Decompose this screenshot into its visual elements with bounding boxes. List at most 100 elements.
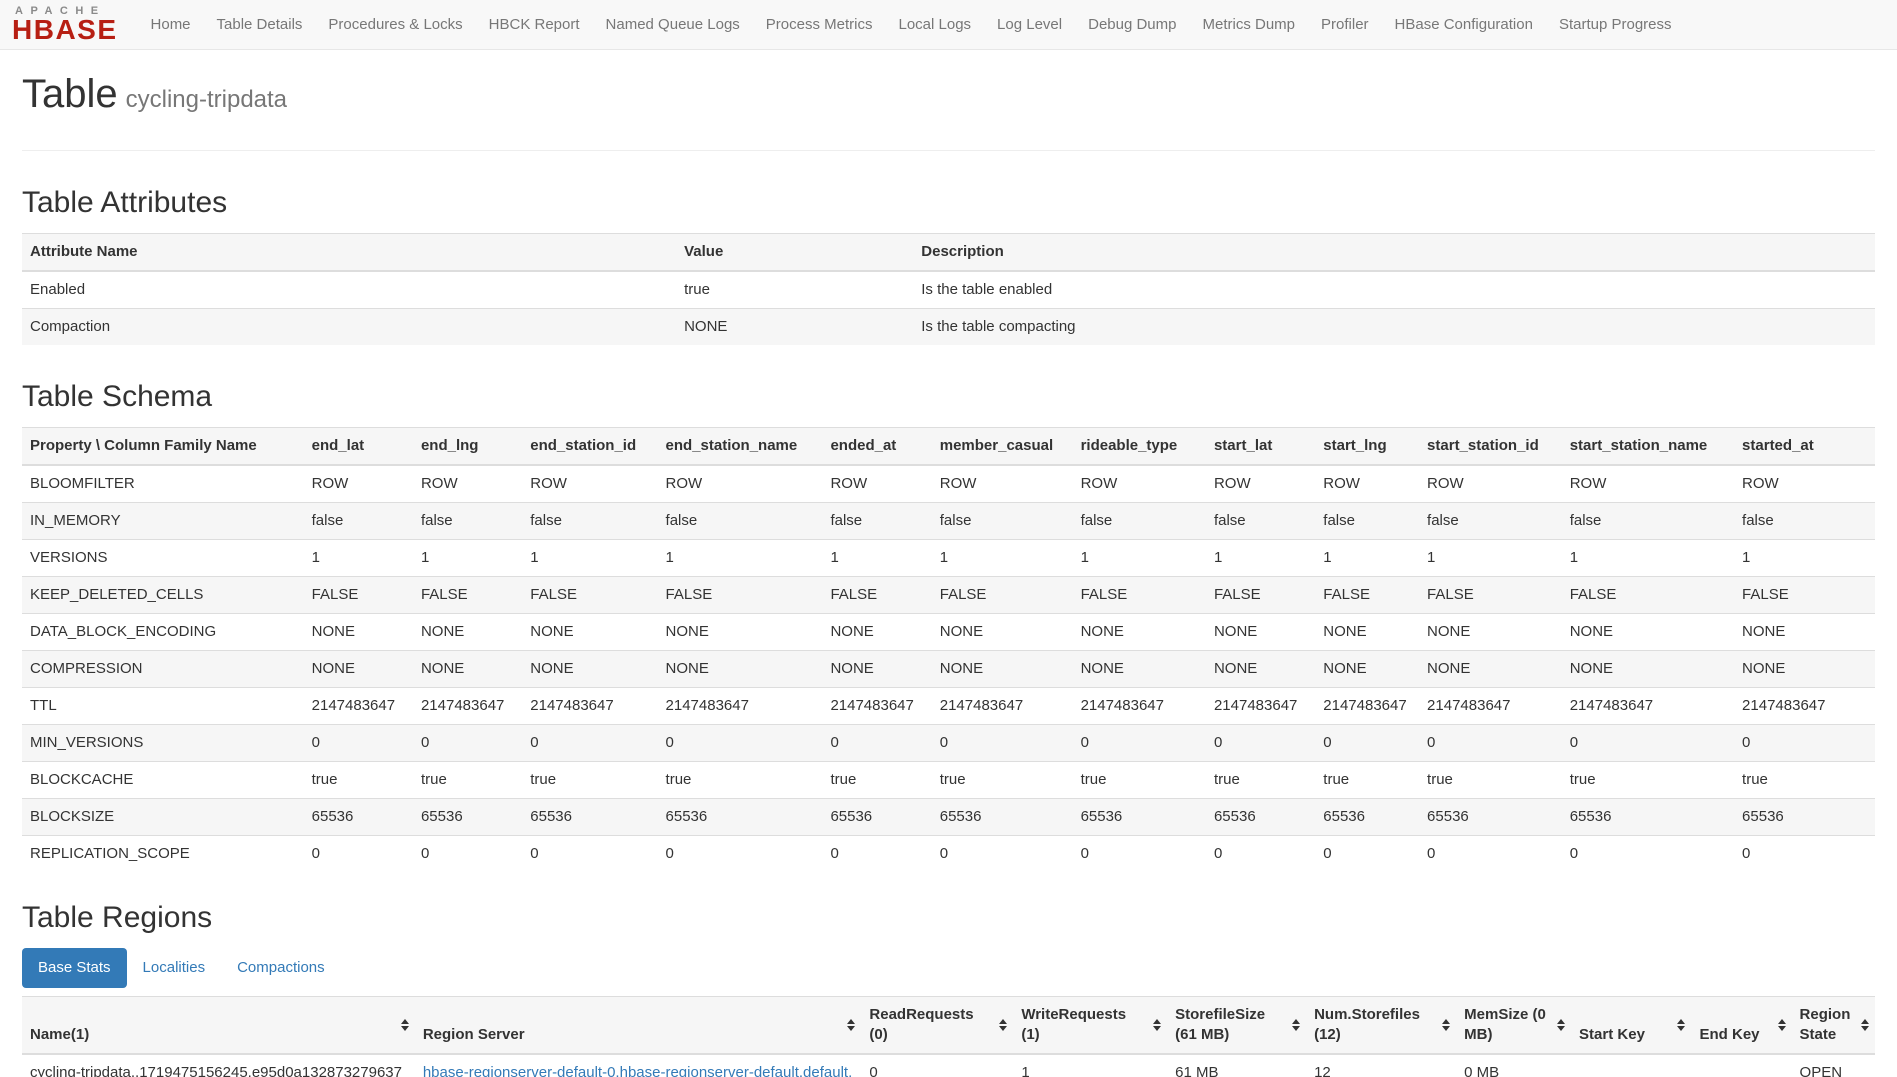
schema-ttl-end-lat: 2147483647 [304,688,413,725]
sort-down-arrow-icon [847,1026,855,1031]
region-cell-num-storefiles: 12 [1306,1054,1456,1077]
schema-col-start-lng: start_lng [1315,428,1419,466]
schema-versions-member-casual: 1 [932,540,1073,577]
sort-icon[interactable] [1153,1019,1161,1031]
nav-item-metrics-dump[interactable]: Metrics Dump [1190,1,1309,48]
regions-col-readrequests-0[interactable]: ReadRequests (0) [861,997,1013,1055]
regions-col-end-key[interactable]: End Key [1691,997,1791,1055]
schema-bloomfilter-ended-at: ROW [822,465,931,503]
regions-col-label: ReadRequests (0) [869,1006,973,1043]
regions-header-row: Name(1)Region ServerReadRequests (0) Writ… [22,997,1875,1055]
schema-compression-end-lng: NONE [413,651,522,688]
schema-ttl-end-lng: 2147483647 [413,688,522,725]
sort-down-arrow-icon [1778,1026,1786,1031]
schema-versions-ended-at: 1 [822,540,931,577]
sort-icon[interactable] [999,1019,1007,1031]
schema-data-block-encoding-ended-at: NONE [822,614,931,651]
schema-property-blockcache: BLOCKCACHE [22,762,304,799]
schema-heading: Table Schema [22,379,1875,415]
regions-col-region-server[interactable]: Region Server [415,997,862,1055]
schema-blocksize-end-lng: 65536 [413,799,522,836]
schema-row-bloomfilter: BLOOMFILTERROWROWROWROWROWROWROWROWROWRO… [22,465,1875,503]
schema-replication-scope-ended-at: 0 [822,836,931,873]
region-server-link[interactable]: hbase-regionserver-default-0.hbase-regio… [423,1064,852,1077]
nav-item-log-level[interactable]: Log Level [984,1,1075,48]
schema-in-memory-end-lng: false [413,503,522,540]
sort-icon[interactable] [1292,1019,1300,1031]
schema-property-blocksize: BLOCKSIZE [22,799,304,836]
regions-col-name-1[interactable]: Name(1) [22,997,415,1055]
sort-icon[interactable] [1861,1019,1869,1031]
schema-min-versions-ended-at: 0 [822,725,931,762]
nav-item-hbck-report[interactable]: HBCK Report [476,1,593,48]
nav-item-debug-dump[interactable]: Debug Dump [1075,1,1189,48]
schema-bloomfilter-started-at: ROW [1734,465,1875,503]
regions-col-memsize-0-mb[interactable]: MemSize (0 MB) [1456,997,1571,1055]
schema-min-versions-start-station-name: 0 [1562,725,1734,762]
schema-blockcache-start-station-id: true [1419,762,1562,799]
schema-col-end-lat: end_lat [304,428,413,466]
schema-blockcache-end-station-name: true [658,762,823,799]
region-cell-end-key [1691,1054,1791,1077]
region-cell-region-state: OPEN [1792,1054,1875,1077]
schema-in-memory-end-station-name: false [658,503,823,540]
schema-replication-scope-end-lat: 0 [304,836,413,873]
nav-item-named-queue-logs[interactable]: Named Queue Logs [593,1,753,48]
sort-up-arrow-icon [1677,1019,1685,1024]
schema-versions-end-station-name: 1 [658,540,823,577]
sort-icon[interactable] [847,1019,855,1031]
logo-hbase-text: HBASE [12,17,118,43]
schema-compression-end-lat: NONE [304,651,413,688]
schema-bloomfilter-start-station-id: ROW [1419,465,1562,503]
nav-item-procedures-locks[interactable]: Procedures & Locks [315,1,475,48]
tab-compactions[interactable]: Compactions [221,948,341,988]
tab-base-stats[interactable]: Base Stats [22,948,127,988]
regions-col-label: MemSize (0 MB) [1464,1006,1546,1043]
sort-icon[interactable] [1677,1019,1685,1031]
sort-icon[interactable] [1442,1019,1450,1031]
region-cell-start-key [1571,1054,1691,1077]
sort-down-arrow-icon [401,1026,409,1031]
schema-compression-ended-at: NONE [822,651,931,688]
nav-item-hbase-configuration[interactable]: HBase Configuration [1382,1,1546,48]
schema-keep-deleted-cells-start-station-name: FALSE [1562,577,1734,614]
schema-property-versions: VERSIONS [22,540,304,577]
nav-item-profiler[interactable]: Profiler [1308,1,1382,48]
schema-property-in-memory: IN_MEMORY [22,503,304,540]
schema-bloomfilter-start-lat: ROW [1206,465,1315,503]
schema-blocksize-end-lat: 65536 [304,799,413,836]
regions-col-writerequests-1[interactable]: WriteRequests (1) [1013,997,1167,1055]
sort-icon[interactable] [1778,1019,1786,1031]
schema-compression-end-station-name: NONE [658,651,823,688]
sort-icon[interactable] [401,1019,409,1031]
sort-icon[interactable] [1557,1019,1565,1031]
nav-item-table-details[interactable]: Table Details [204,1,316,48]
region-cell-mem-size: 0 MB [1456,1054,1571,1077]
schema-min-versions-start-station-id: 0 [1419,725,1562,762]
schema-ttl-start-station-name: 2147483647 [1562,688,1734,725]
schema-keep-deleted-cells-start-lng: FALSE [1315,577,1419,614]
nav-item-process-metrics[interactable]: Process Metrics [753,1,886,48]
region-cell-storefile-size: 61 MB [1167,1054,1306,1077]
attribute-enabled-description: Is the table enabled [913,271,1875,309]
schema-blocksize-start-lng: 65536 [1315,799,1419,836]
nav-item-local-logs[interactable]: Local Logs [885,1,984,48]
tab-localities[interactable]: Localities [127,948,222,988]
schema-min-versions-end-lat: 0 [304,725,413,762]
regions-col-region-state[interactable]: Region State [1792,997,1875,1055]
region-cell-write-requests: 1 [1013,1054,1167,1077]
sort-down-arrow-icon [1442,1026,1450,1031]
regions-col-num-storefiles-12[interactable]: Num.Storefiles (12) [1306,997,1456,1055]
schema-in-memory-start-lng: false [1315,503,1419,540]
regions-col-storefilesize-61-mb[interactable]: StorefileSize (61 MB) [1167,997,1306,1055]
schema-replication-scope-start-lat: 0 [1206,836,1315,873]
nav-item-home[interactable]: Home [138,1,204,48]
top-navbar: APACHE HBASE HomeTable DetailsProcedures… [0,0,1897,50]
nav-item-startup-progress[interactable]: Startup Progress [1546,1,1685,48]
regions-col-start-key[interactable]: Start Key [1571,997,1691,1055]
sort-up-arrow-icon [1861,1019,1869,1024]
schema-replication-scope-start-station-name: 0 [1562,836,1734,873]
schema-blockcache-end-lng: true [413,762,522,799]
hbase-logo[interactable]: APACHE HBASE [12,6,118,43]
schema-min-versions-start-lat: 0 [1206,725,1315,762]
